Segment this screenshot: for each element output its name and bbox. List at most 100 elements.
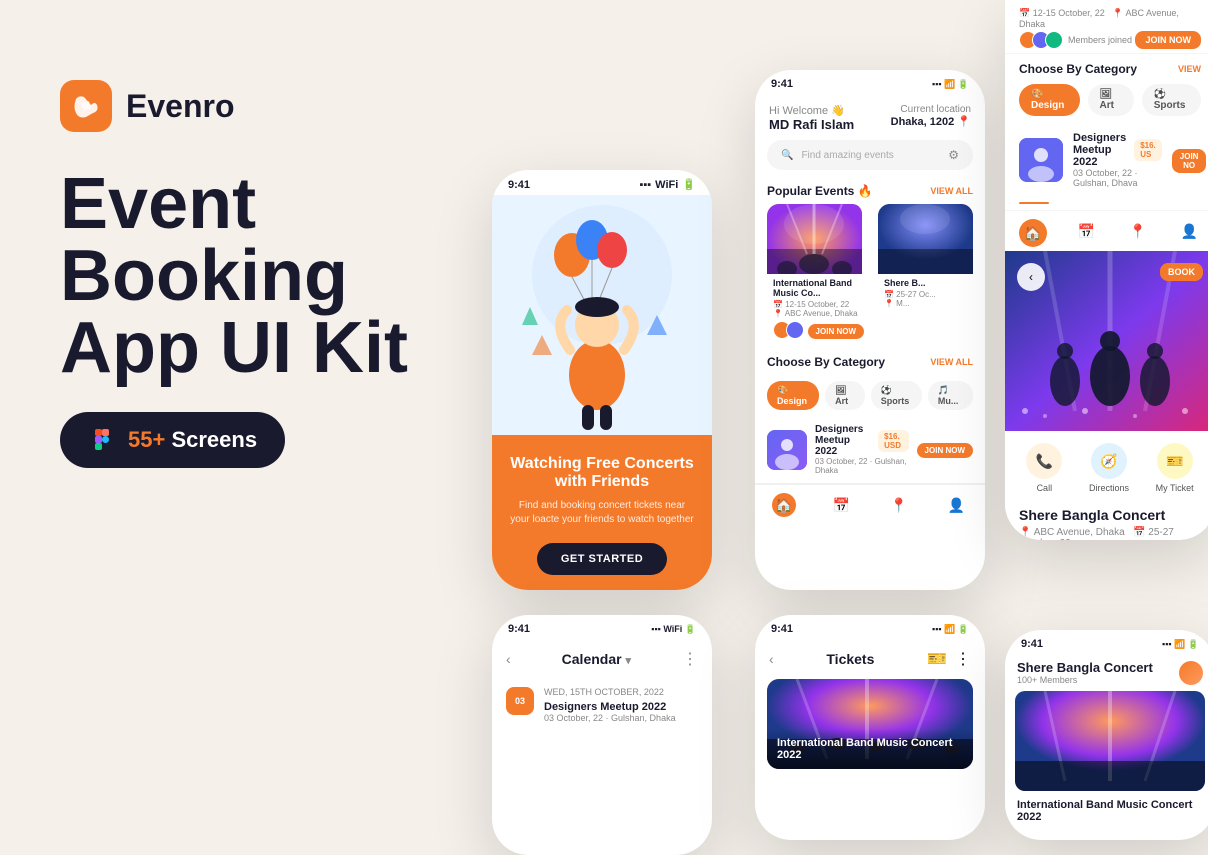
call-icon: 📞 (1026, 443, 1062, 479)
nav-location[interactable]: 📍 (887, 493, 911, 517)
shere-avatar (1179, 661, 1203, 685)
cat-design[interactable]: 🎨 Design (767, 381, 819, 410)
nav-profile[interactable]: 👤 (944, 493, 968, 517)
cal-event-info: WED, 15TH OCTOBER, 2022 Designers Meetup… (544, 687, 676, 723)
members-label-partial: Members joined (1068, 35, 1132, 45)
cal-back-btn[interactable]: ‹ (506, 651, 511, 667)
tickets-back-btn[interactable]: ‹ (769, 651, 774, 667)
tickets-emoji: 🎫 (927, 649, 947, 669)
cat-design-partial[interactable]: 🎨 Design (1019, 84, 1080, 116)
view-all-category[interactable]: VIEW ALL (930, 357, 973, 367)
back-button[interactable]: ‹ (1017, 263, 1045, 291)
location-icon: 📍 (887, 493, 911, 517)
banner-title: International Band Music Concert 2022 (777, 737, 963, 761)
nav-home-partial[interactable]: 🏠 (1019, 219, 1047, 247)
get-started-button[interactable]: GET STARTED (537, 543, 667, 575)
screens-count: 55+ Screens (128, 427, 257, 453)
shere-title-bottom: International Band Music Concert 2022 (1017, 799, 1203, 823)
meetup-info: Designers Meetup 2022 $16. USD 03 Octobe… (815, 424, 909, 475)
date-box: 03 (506, 687, 534, 715)
join-now-btn-1[interactable]: JOIN NOW (808, 324, 864, 339)
phone-calendar: 9:41 ▪▪▪ WiFi 🔋 ‹ Calendar ▾ ⋮ 03 WED, 1… (492, 615, 712, 855)
cat-row-partial: 🎨 Design 🖼 Art ⚽ Sports (1019, 84, 1201, 116)
call-action[interactable]: 📞 Call (1026, 443, 1062, 493)
cat-header-partial: Choose By Category VIEW (1019, 62, 1201, 76)
bottom-nav-3: 🏠 📅 📍 👤 (755, 484, 985, 525)
status-bar-3: 9:41 ▪▪▪ 📶 🔋 (755, 70, 985, 94)
detail-actions: 📞 Call 🧭 Directions 🎫 My Ticket (1019, 443, 1201, 493)
meetup-row: Designers Meetup 2022 $16. USD 03 Octobe… (755, 416, 985, 484)
cat-sports[interactable]: ⚽ Sports (871, 381, 922, 410)
tickets-menu[interactable]: ⋮ (955, 649, 971, 669)
user-info: Hi Welcome 👋 MD Rafi Islam (769, 104, 854, 132)
logo-icon (60, 80, 112, 132)
nav-home[interactable]: 🏠 (772, 493, 796, 517)
status-icons-2: ▪▪▪ WiFi 🔋 (651, 624, 696, 635)
home-icon: 🏠 (772, 493, 796, 517)
status-bar-1: 9:41 ▪▪▪ WiFi 🔋 (492, 170, 712, 195)
phone-tickets: 9:41 ▪▪▪ 📶 🔋 ‹ Tickets 🎫 ⋮ (755, 615, 985, 840)
event-card-1[interactable]: International Band Music Co... 📅 12-15 O… (767, 204, 870, 343)
shere-banner (1015, 691, 1205, 791)
status-bar-4: 9:41 ▪▪▪ 📶 🔋 (755, 615, 985, 639)
nav-prof-partial[interactable]: 👤 (1177, 219, 1201, 243)
nav-calendar[interactable]: 📅 (829, 493, 853, 517)
bottom-nav-partial: 🏠 📅 📍 👤 (1005, 210, 1208, 251)
events-scroll: International Band Music Co... 📅 12-15 O… (755, 204, 985, 343)
shere-members: 100+ Members (1017, 675, 1153, 685)
popular-events-header: Popular Events 🔥 VIEW ALL (755, 180, 985, 204)
directions-icon: 🧭 (1091, 443, 1127, 479)
cat-more[interactable]: 🎵 Mu... (928, 381, 973, 410)
join-meetup-btn[interactable]: JOIN NOW (917, 443, 973, 458)
meetup-thumbnail (767, 430, 807, 470)
welcome-text: Hi Welcome 👋 (769, 104, 854, 117)
popular-events-title: Popular Events 🔥 (767, 184, 873, 198)
event-card-img-2 (878, 204, 973, 274)
detail-content: 📞 Call 🧭 Directions 🎫 My Ticket Shere Ba… (1005, 431, 1208, 540)
event-card-2[interactable]: Shere B... 📅 25-27 Oc... 📍 M... (878, 204, 973, 343)
category-tabs: 🎨 Design 🖼 Art ⚽ Sports 🎵 Mu... (755, 375, 985, 416)
join-meetup-partial[interactable]: JOIN NO (1172, 149, 1207, 173)
shere-event-name: Shere Bangla Concert (1017, 660, 1153, 675)
category-header: Choose By Category VIEW ALL (755, 351, 985, 375)
book-button[interactable]: BOOK (1160, 263, 1203, 281)
view-label-partial[interactable]: VIEW (1178, 64, 1201, 74)
cat-art[interactable]: 🖼 Art (825, 381, 865, 410)
member-avatars-partial (1019, 31, 1058, 49)
member-avatars-1 (773, 321, 799, 339)
ticket-icon: 🎫 (1157, 443, 1193, 479)
category-title: Choose By Category (767, 355, 885, 369)
partial-event-top: 📅 12-15 October, 22 📍 ABC Avenue, Dhaka … (1005, 0, 1208, 54)
filter-icon[interactable]: ⚙ (948, 148, 959, 162)
phone-shere-bangla: 9:41 ▪▪▪ 📶 🔋 Shere Bangla Concert 100+ M… (1005, 630, 1208, 840)
onboard-card: Watching Free Concerts with Friends Find… (492, 435, 712, 590)
search-bar[interactable]: 🔍 Find amazing events ⚙ (767, 140, 973, 170)
calendar-icon: 📅 (829, 493, 853, 517)
call-label: Call (1037, 483, 1053, 493)
calendar-header: ‹ Calendar ▾ ⋮ (492, 639, 712, 679)
onboard-title: Watching Free Concerts with Friends (508, 455, 696, 491)
status-icons-3: ▪▪▪ 📶 🔋 (932, 79, 969, 90)
cat-sports-partial[interactable]: ⚽ Sports (1142, 84, 1201, 116)
screens-badge: 55+ Screens (60, 412, 285, 468)
directions-label: Directions (1089, 483, 1129, 493)
join-now-partial[interactable]: JOIN NOW (1135, 31, 1201, 49)
directions-action[interactable]: 🧭 Directions (1089, 443, 1129, 493)
event-name-1: International Band Music Co... (773, 278, 864, 298)
meetup-name-partial: Designers Meetup 2022 (1073, 132, 1126, 168)
calendar-title: Calendar ▾ (562, 651, 631, 667)
user-name: MD Rafi Islam (769, 117, 854, 132)
view-all-popular[interactable]: VIEW ALL (930, 186, 973, 196)
cat-art-partial[interactable]: 🖼 Art (1088, 84, 1134, 116)
cal-menu-btn[interactable]: ⋮ (682, 649, 698, 669)
meetup-date: 03 October, 22 · Gulshan, Dhaka (815, 457, 909, 475)
logo-row: Evenro (60, 80, 480, 132)
accent-divider (1019, 202, 1049, 204)
ticket-action[interactable]: 🎫 My Ticket (1156, 443, 1194, 493)
nav-cal-partial[interactable]: 📅 (1074, 219, 1098, 243)
profile-icon: 👤 (944, 493, 968, 517)
event-meta-2b: 📍 M... (884, 299, 967, 308)
price-tag-partial: $16. US (1134, 139, 1162, 161)
status-icons-4: ▪▪▪ 📶 🔋 (932, 624, 969, 635)
nav-loc-partial[interactable]: 📍 (1126, 219, 1150, 243)
